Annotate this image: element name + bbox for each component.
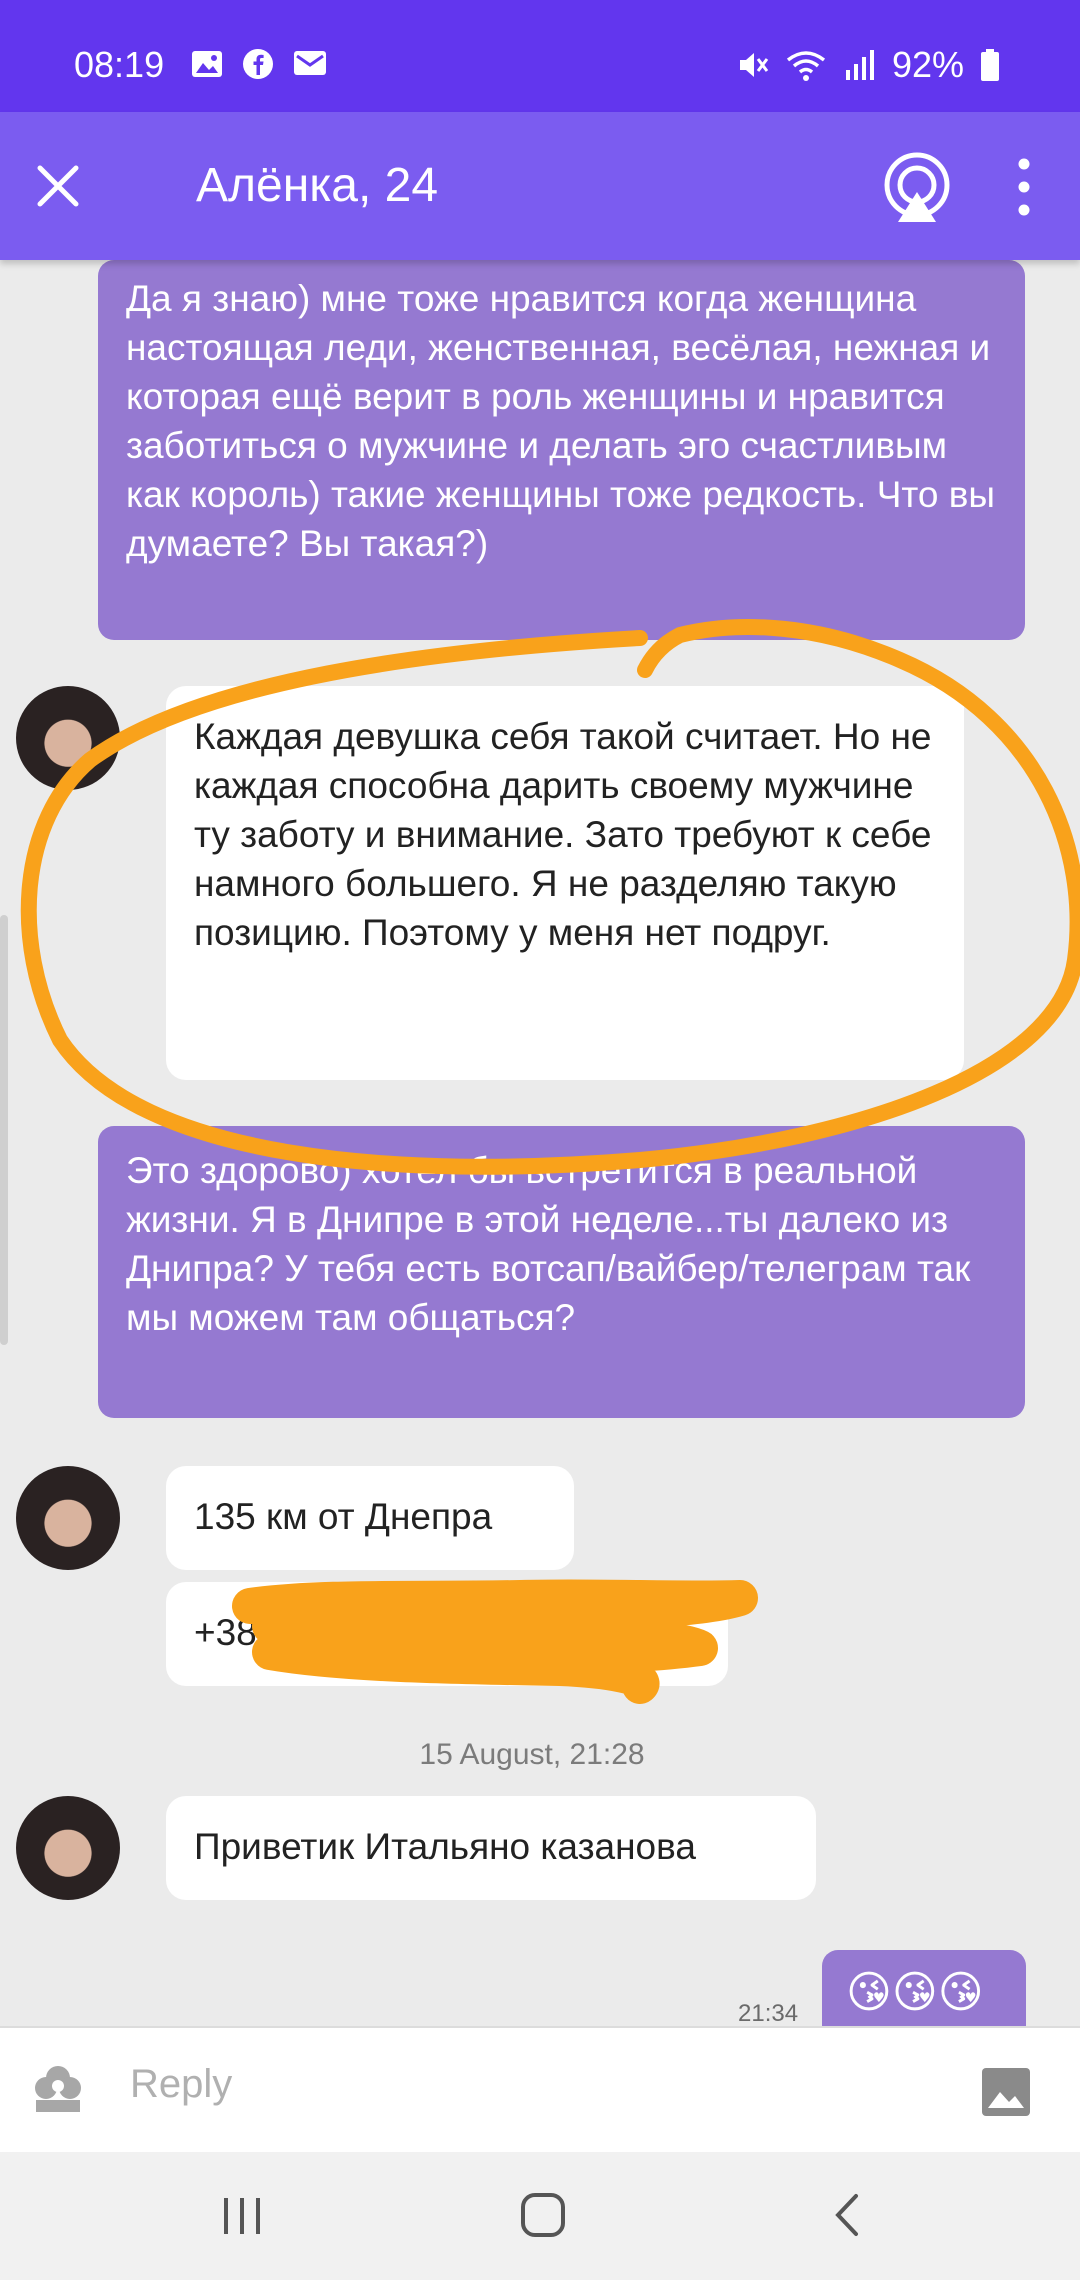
message-incoming[interactable]: 135 км от Днепра [166, 1466, 574, 1570]
more-vertical-icon[interactable] [1004, 152, 1044, 222]
date-separator: 15 August, 21:28 [419, 1738, 645, 1771]
message-incoming[interactable]: +380 [166, 1582, 728, 1686]
system-nav-bar [0, 2152, 1080, 2280]
message-list[interactable]: Да я знаю) мне тоже нравится когда женщи… [0, 260, 1080, 2026]
avatar[interactable] [16, 1796, 120, 1900]
wifi-icon [786, 51, 826, 81]
message-time: 21:34 [738, 2000, 799, 2026]
message-text: 😘😘😘 [846, 1968, 984, 2017]
status-right: 92% [736, 44, 1000, 86]
mail-icon [294, 51, 326, 75]
message-text: +380 [194, 1612, 278, 1653]
recent-apps-icon[interactable] [220, 2196, 266, 2236]
message-text: Это здорово) хотел бы встретится в реаль… [126, 1150, 971, 1338]
battery-icon [981, 49, 999, 81]
message-outgoing[interactable]: Да я знаю) мне тоже нравится когда женщи… [98, 260, 1025, 640]
reply-composer: Reply [0, 2026, 1080, 2152]
message-outgoing[interactable]: Это здорово) хотел бы встретится в реаль… [98, 1126, 1025, 1418]
gift-icon[interactable] [30, 2058, 86, 2118]
chat-title[interactable]: Алёнка, 24 [196, 158, 438, 213]
mute-icon [739, 53, 769, 77]
status-bar: 08:19 92% [0, 0, 1080, 112]
message-incoming[interactable]: Каждая девушка себя такой считает. Но не… [166, 686, 964, 1080]
back-icon[interactable] [830, 2192, 864, 2238]
scroll-handle[interactable] [0, 915, 8, 1345]
message-text: Приветик Итальяно казанова [194, 1826, 696, 1867]
home-icon[interactable] [520, 2192, 566, 2238]
status-time: 08:19 [74, 44, 165, 85]
message-text: Да я знаю) мне тоже нравится когда женщи… [126, 278, 996, 564]
message-text: 135 км от Днепра [194, 1496, 493, 1537]
message-incoming[interactable]: Приветик Итальяно казанова [166, 1796, 816, 1900]
live-stream-icon[interactable] [880, 148, 954, 224]
gallery-icon [192, 51, 222, 77]
message-outgoing[interactable]: 😘😘😘 [822, 1950, 1026, 2026]
image-attach-icon[interactable] [980, 2066, 1032, 2118]
signal-icon [845, 50, 874, 80]
notification-icons [190, 48, 328, 80]
message-text: Каждая девушка себя такой считает. Но не… [194, 716, 932, 953]
battery-percent: 92% [891, 44, 964, 85]
close-icon[interactable] [24, 152, 92, 220]
facebook-icon [243, 49, 273, 79]
avatar[interactable] [16, 686, 120, 790]
reply-input[interactable]: Reply [130, 2062, 232, 2107]
chat-header: Алёнка, 24 [0, 112, 1080, 260]
avatar[interactable] [16, 1466, 120, 1570]
